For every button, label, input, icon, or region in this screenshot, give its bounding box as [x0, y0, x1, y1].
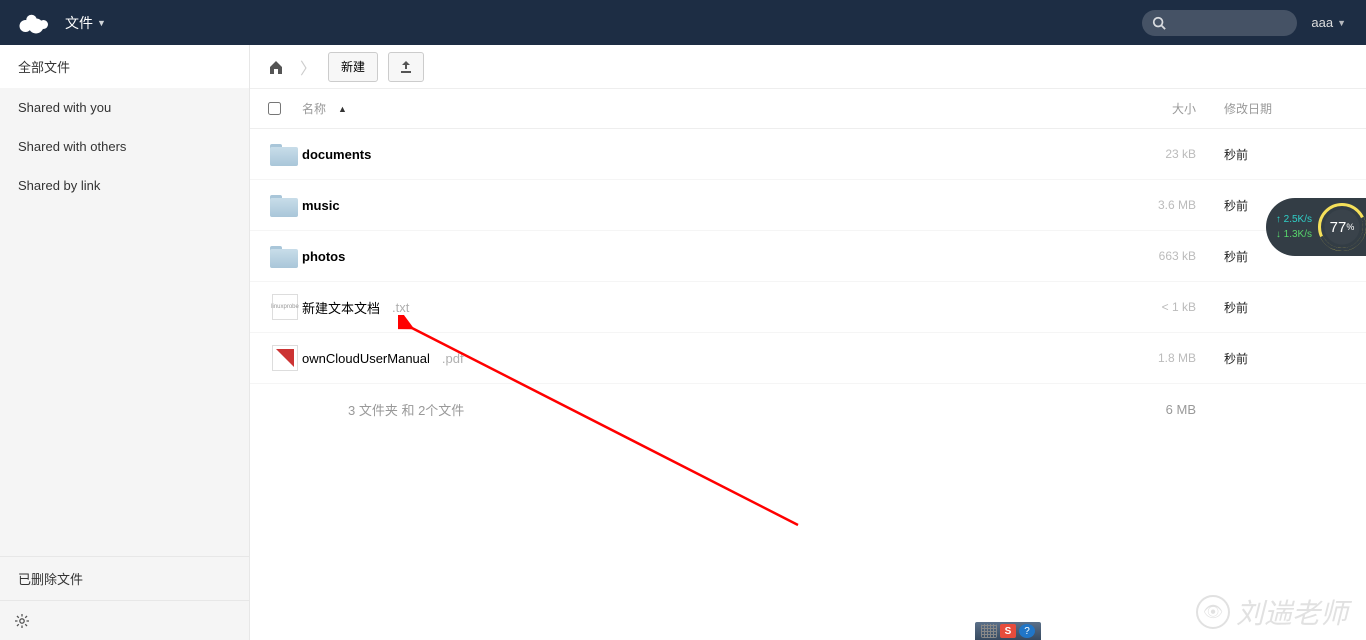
owncloud-logo[interactable]	[0, 11, 65, 35]
app-name: 文件	[65, 13, 93, 33]
search-icon	[1152, 16, 1166, 30]
file-row[interactable]: photos 663 kB 秒前	[250, 231, 1366, 282]
watermark-icon	[1196, 595, 1230, 629]
sort-ascending-icon: ▲	[338, 104, 347, 114]
breadcrumb-home[interactable]	[264, 55, 288, 79]
download-speed: ↓ 1.3K/s	[1276, 229, 1312, 240]
file-row[interactable]: documents 23 kB 秒前	[250, 129, 1366, 180]
settings-button[interactable]	[0, 600, 249, 640]
chevron-down-icon: ▼	[97, 18, 106, 28]
file-row[interactable]: ownCloudUserManual.pdf 1.8 MB 秒前	[250, 333, 1366, 384]
column-header-size[interactable]: 大小	[1121, 100, 1196, 117]
taskbar-fragment: S ?	[975, 622, 1041, 640]
folder-icon	[270, 244, 300, 268]
chevron-down-icon: ▼	[1337, 18, 1346, 28]
sidebar-item-shared-by-link[interactable]: Shared by link	[0, 166, 249, 205]
gear-icon	[14, 613, 30, 629]
controls-bar: 〉 新建	[250, 45, 1366, 89]
file-row[interactable]: linuxprobe 新建文本文档.txt < 1 kB 秒前	[250, 282, 1366, 333]
search-input[interactable]	[1142, 10, 1297, 36]
pdf-file-icon	[272, 345, 298, 371]
upload-icon	[399, 60, 413, 74]
sidebar: 全部文件 Shared with you Shared with others …	[0, 45, 250, 640]
content-area: 〉 新建 名称 ▲ 大小 修改日期 documents 23 kB 秒前 mus…	[250, 45, 1366, 640]
sidebar-item-shared-with-you[interactable]: Shared with you	[0, 88, 249, 127]
upload-button[interactable]	[388, 52, 424, 82]
keyboard-icon[interactable]	[981, 624, 997, 638]
file-row[interactable]: music 3.6 MB 秒前	[250, 180, 1366, 231]
user-menu[interactable]: aaa ▼	[1311, 15, 1346, 30]
file-list-header: 名称 ▲ 大小 修改日期	[250, 89, 1366, 129]
speed-gauge: 77%	[1318, 203, 1366, 251]
folder-icon	[270, 142, 300, 166]
top-bar: 文件 ▼ aaa ▼	[0, 0, 1366, 45]
sidebar-item-shared-with-others[interactable]: Shared with others	[0, 127, 249, 166]
folder-icon	[270, 193, 300, 217]
text-file-icon: linuxprobe	[272, 294, 298, 320]
column-header-date[interactable]: 修改日期	[1196, 100, 1366, 117]
sidebar-item-deleted[interactable]: 已删除文件	[0, 556, 249, 600]
new-button[interactable]: 新建	[328, 52, 378, 82]
network-speed-widget[interactable]: ↑ 2.5K/s ↓ 1.3K/s 77%	[1266, 198, 1366, 256]
app-switcher[interactable]: 文件 ▼	[65, 13, 106, 33]
sidebar-item-all-files[interactable]: 全部文件	[0, 45, 249, 88]
watermark: 刘遄老师	[1196, 592, 1348, 632]
home-icon	[268, 59, 284, 75]
breadcrumb-separator: 〉	[300, 55, 316, 79]
column-header-name[interactable]: 名称 ▲	[302, 100, 1121, 117]
sogou-ime-icon[interactable]: S	[1000, 624, 1016, 638]
upload-speed: ↑ 2.5K/s	[1276, 214, 1312, 225]
user-name: aaa	[1311, 15, 1333, 30]
help-icon[interactable]: ?	[1019, 624, 1035, 638]
summary-row: 3 文件夹 和 2个文件 6 MB	[250, 384, 1366, 435]
select-all-checkbox[interactable]	[268, 102, 281, 115]
